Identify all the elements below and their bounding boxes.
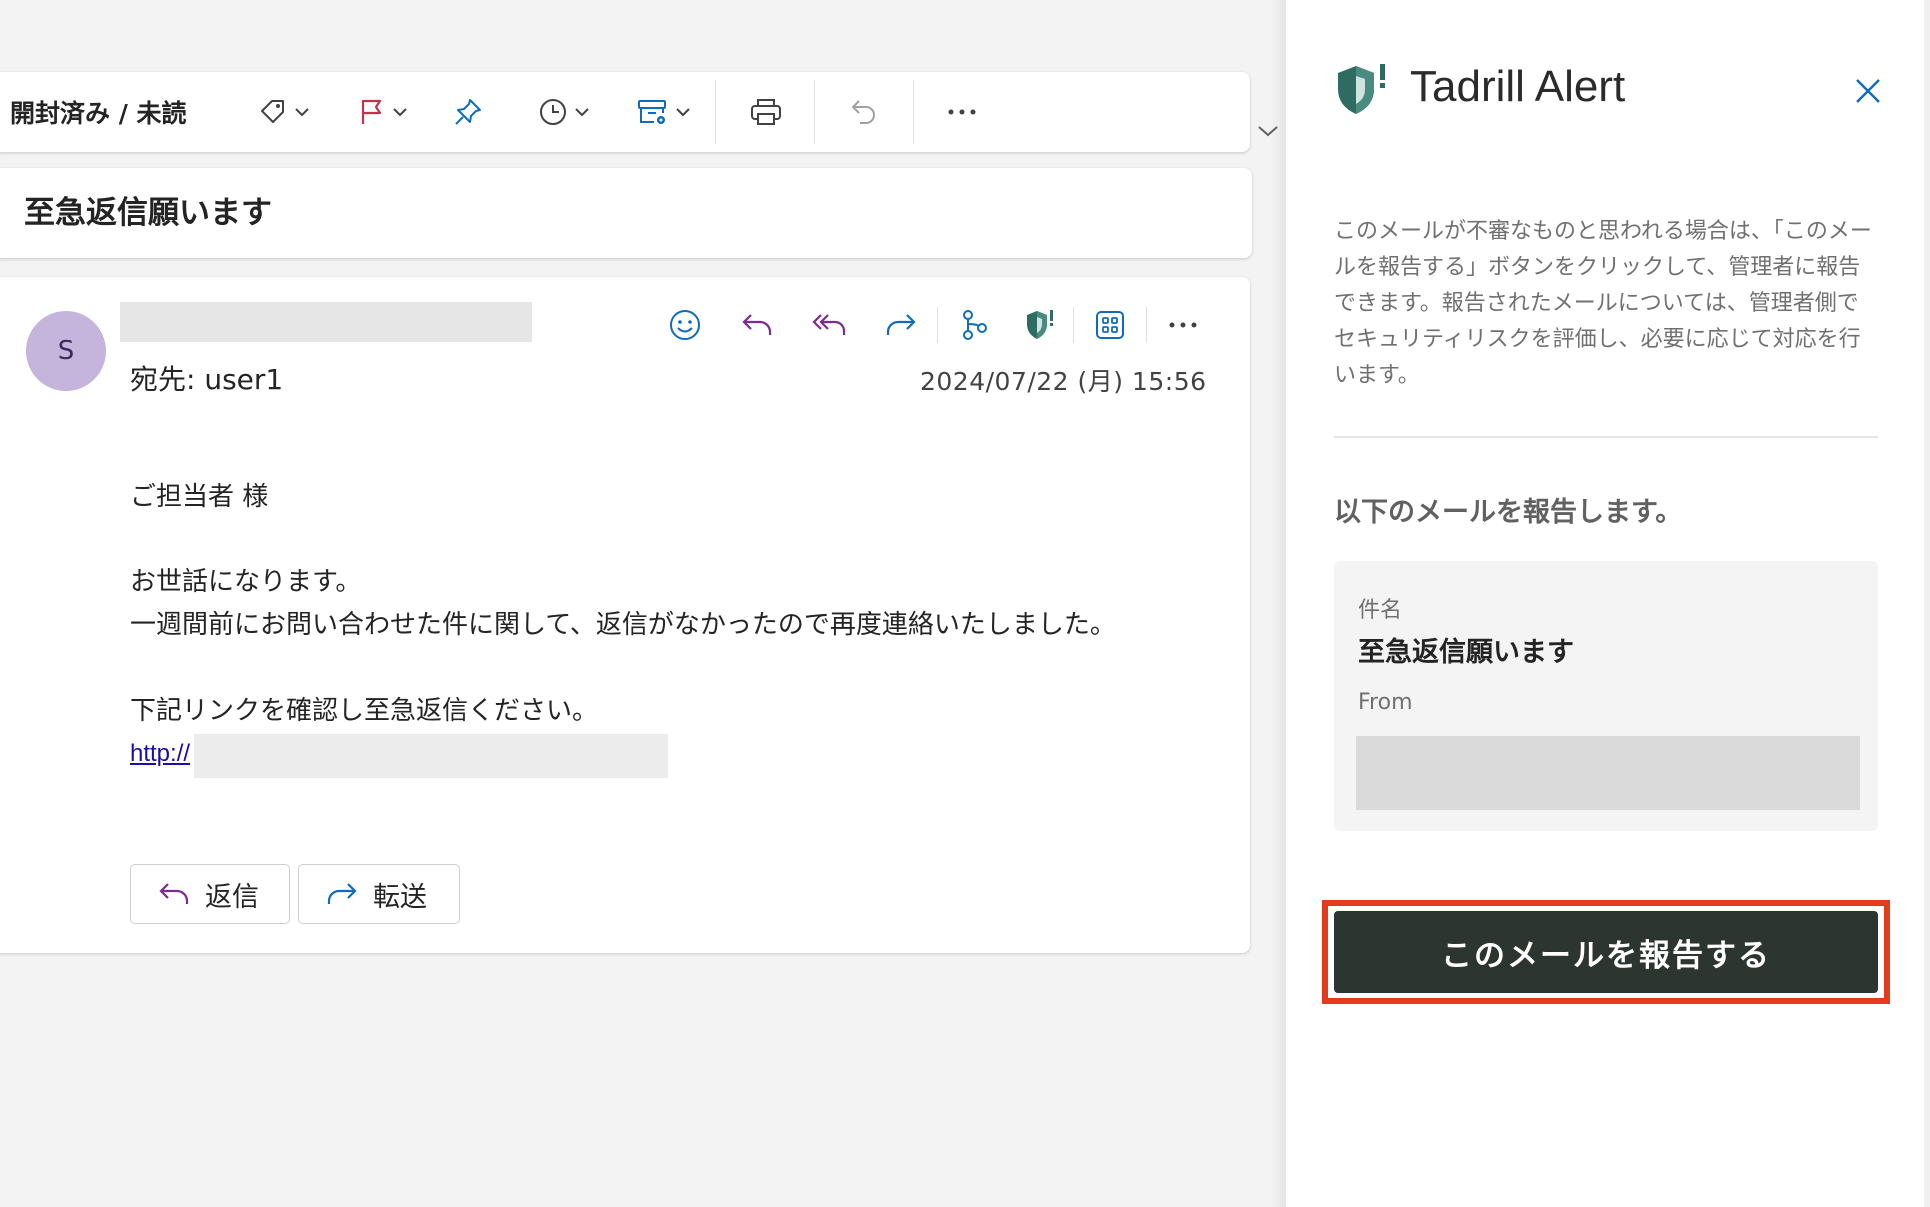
undo-icon bbox=[851, 100, 875, 124]
reply-icon bbox=[159, 883, 189, 904]
avatar[interactable]: S bbox=[26, 311, 106, 391]
categorize-button[interactable] bbox=[246, 72, 320, 152]
emoji-icon bbox=[670, 310, 700, 340]
apps-button[interactable] bbox=[1090, 305, 1130, 345]
report-email-button[interactable]: このメールを報告する bbox=[1334, 911, 1878, 993]
undo-button[interactable] bbox=[832, 72, 896, 152]
clock-icon bbox=[540, 99, 566, 125]
apps-icon bbox=[1096, 311, 1124, 339]
tag-icon bbox=[261, 100, 284, 123]
reply-button[interactable]: 返信 bbox=[130, 864, 290, 924]
reply-all-button[interactable] bbox=[809, 305, 849, 345]
subject-label: 件名 bbox=[1358, 598, 1403, 623]
snooze-button[interactable] bbox=[526, 72, 600, 152]
chevron-down-icon bbox=[676, 108, 690, 117]
forward-button[interactable]: 転送 bbox=[298, 864, 460, 924]
forward-icon bbox=[886, 314, 916, 335]
actions-divider bbox=[1146, 307, 1147, 343]
body-line: お世話になります。 bbox=[130, 567, 362, 597]
flag-button[interactable] bbox=[344, 72, 418, 152]
body-line: 一週間前にお問い合わせた件に関して、返信がなかったので再度連絡いたしました。 bbox=[130, 610, 1116, 640]
flag-icon bbox=[361, 99, 382, 124]
rules-button[interactable] bbox=[626, 72, 700, 152]
subject-value: 至急返信願います bbox=[1358, 637, 1574, 668]
actions-divider bbox=[1073, 307, 1074, 343]
forward-button[interactable] bbox=[881, 305, 921, 345]
link-url-redacted bbox=[194, 734, 668, 778]
loop-icon bbox=[963, 310, 987, 340]
panel-subheading: 以下のメールを報告します。 bbox=[1334, 497, 1683, 528]
email-subject: 至急返信願います bbox=[24, 195, 272, 231]
chevron-down-icon bbox=[575, 108, 589, 117]
message-more-button[interactable] bbox=[1163, 305, 1203, 345]
close-icon[interactable] bbox=[1853, 76, 1883, 106]
more-icon bbox=[1169, 322, 1197, 328]
panel-shadow bbox=[1270, 0, 1286, 1207]
pin-button[interactable] bbox=[442, 72, 494, 152]
loop-button[interactable] bbox=[954, 305, 994, 345]
panel-scrollbar[interactable] bbox=[1924, 0, 1930, 1207]
chevron-down-icon bbox=[393, 108, 407, 117]
panel-description: このメールが不審なものと思われる場合は、「このメールを報告する」ボタンをクリック… bbox=[1334, 219, 1872, 388]
shield-alert-icon bbox=[1027, 310, 1053, 339]
from-value-redacted bbox=[1356, 736, 1860, 810]
chevron-down-icon bbox=[295, 108, 309, 117]
sent-date: 2024/07/22 (月) 15:56 bbox=[920, 367, 1207, 396]
reply-label: 返信 bbox=[205, 881, 259, 913]
panel-title: Tadrill Alert bbox=[1410, 62, 1626, 111]
subject-card: 至急返信願います bbox=[0, 168, 1252, 258]
pin-icon bbox=[455, 99, 481, 125]
body-line: 下記リンクを確認し至急返信ください。 bbox=[130, 696, 599, 726]
reply-all-icon bbox=[812, 314, 846, 335]
toolbar-divider bbox=[913, 80, 914, 144]
toolbar-divider bbox=[715, 80, 716, 144]
toolbar-divider bbox=[814, 80, 815, 144]
more-actions-button[interactable] bbox=[930, 72, 994, 152]
panel-divider bbox=[1334, 436, 1878, 438]
emoji-button[interactable] bbox=[665, 305, 705, 345]
print-button[interactable] bbox=[734, 72, 798, 152]
body-greeting: ご担当者 様 bbox=[130, 482, 269, 512]
reply-icon bbox=[742, 314, 772, 335]
forward-label: 転送 bbox=[373, 881, 427, 913]
command-toolbar: 開封済み / 未読 bbox=[0, 72, 1250, 152]
forward-icon bbox=[327, 883, 357, 904]
actions-divider bbox=[937, 307, 938, 343]
print-icon bbox=[751, 99, 781, 125]
tadrill-alert-button[interactable] bbox=[1019, 305, 1059, 345]
suspicious-link[interactable]: http:// bbox=[130, 740, 190, 768]
from-label: From bbox=[1358, 690, 1413, 715]
sender-name-redacted bbox=[120, 302, 532, 342]
shield-alert-icon bbox=[1338, 64, 1385, 114]
mark-read-unread-button[interactable]: 開封済み / 未読 bbox=[10, 72, 187, 152]
archive-rule-icon bbox=[638, 100, 666, 124]
more-icon bbox=[948, 109, 976, 115]
reply-button[interactable] bbox=[737, 305, 777, 345]
recipient-line: 宛先: user1 bbox=[130, 363, 284, 396]
